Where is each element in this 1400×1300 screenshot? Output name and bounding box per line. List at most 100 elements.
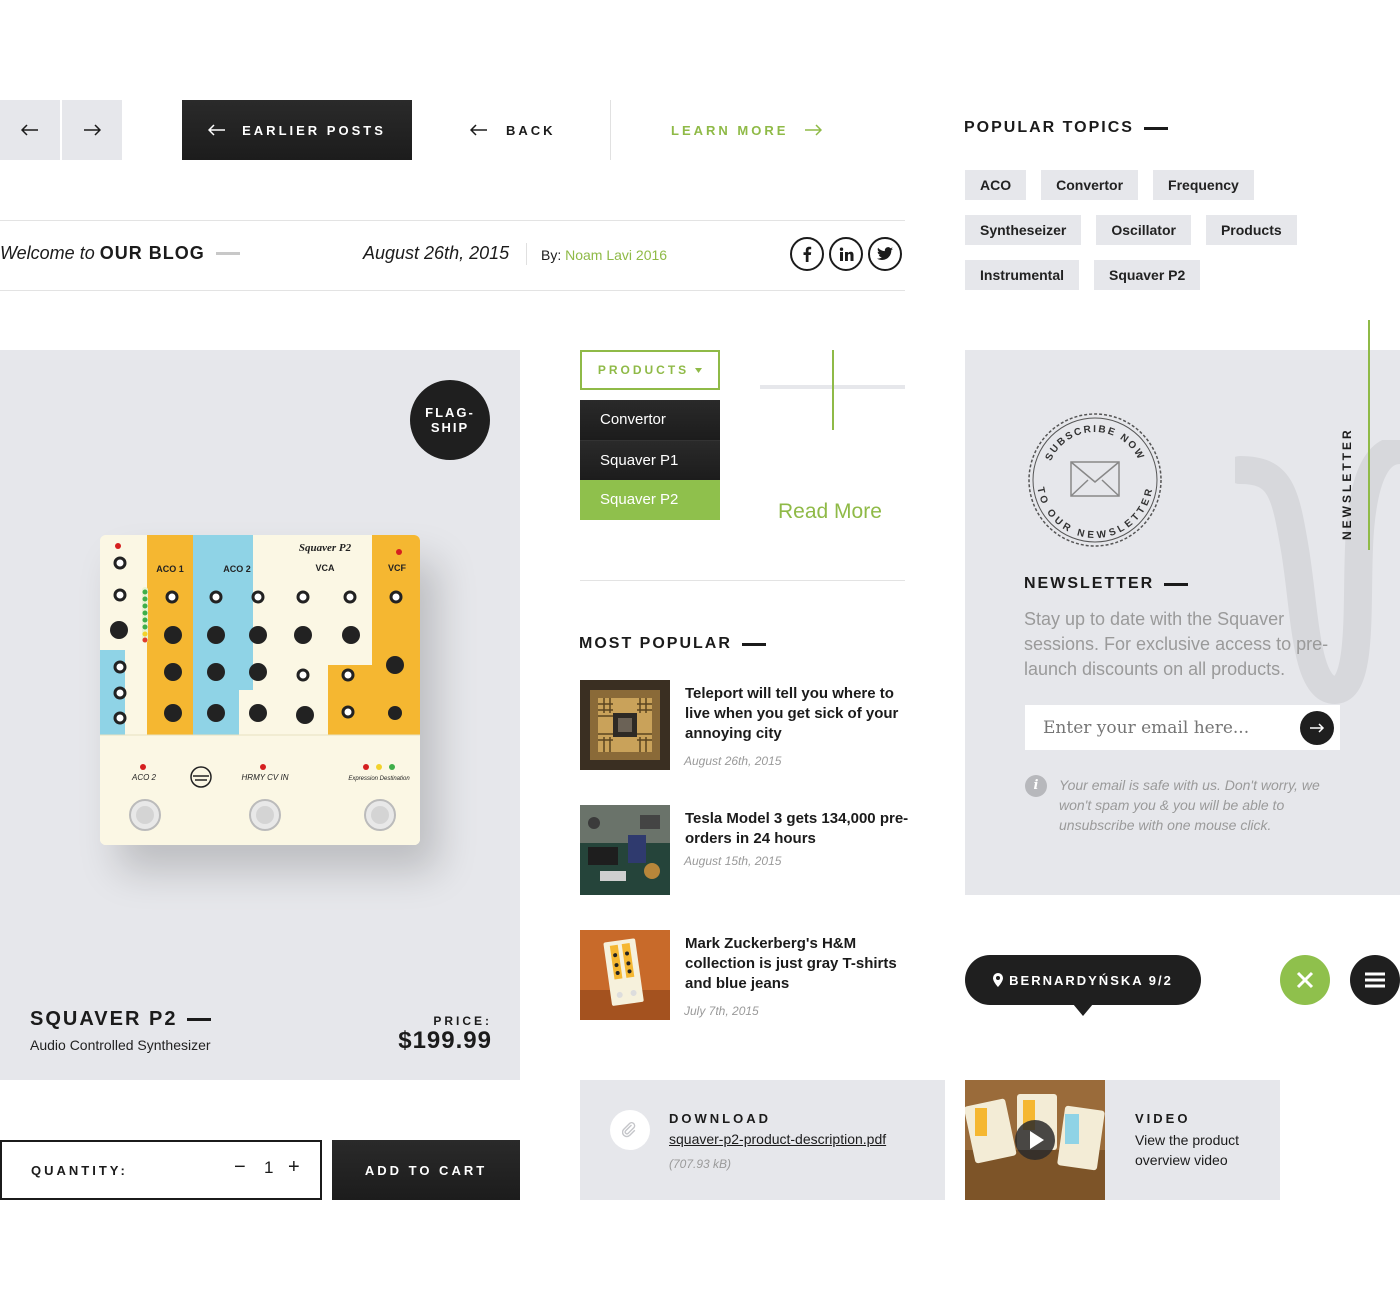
title-dash xyxy=(1164,582,1189,586)
twitter-icon xyxy=(877,247,893,260)
learn-more-label: LEARN MORE xyxy=(671,122,789,138)
post-title-link[interactable]: Tesla Model 3 gets 134,000 pre-orders in… xyxy=(685,809,910,849)
topic-tags: ACO Convertor Frequency Syntheseizer Osc… xyxy=(965,170,1325,290)
newsletter-vertical-label: NEWSLETTER xyxy=(1340,427,1354,540)
title-dash xyxy=(741,642,766,646)
facebook-icon xyxy=(803,246,812,262)
circuit-board-image xyxy=(580,805,670,895)
popular-topics-title: POPULAR TOPICS xyxy=(964,119,1134,136)
synth-label: Expression Destination xyxy=(348,776,410,782)
download-box: DOWNLOAD squaver-p2-product-description.… xyxy=(580,1080,945,1200)
post-title-link[interactable]: Mark Zuckerberg's H&M collection is just… xyxy=(685,934,910,994)
read-more-link[interactable]: Read More xyxy=(778,500,882,524)
topic-tag[interactable]: Frequency xyxy=(1153,170,1254,200)
topic-tag[interactable]: Convertor xyxy=(1041,170,1139,200)
arrow-right-icon xyxy=(805,124,823,136)
email-input[interactable] xyxy=(1043,717,1293,738)
synth-label: ACO 1 xyxy=(156,564,184,574)
blog-welcome: Welcome to OUR BLOG xyxy=(0,243,240,264)
divider xyxy=(0,290,905,291)
close-button[interactable] xyxy=(1280,955,1330,1005)
facebook-button[interactable] xyxy=(790,237,824,271)
arrow-left-icon xyxy=(208,124,226,136)
arrow-right-icon xyxy=(84,124,101,136)
post-author: By: Noam Lavi 2016 xyxy=(541,247,667,263)
video-label: VIDEO xyxy=(1135,1111,1191,1126)
prev-arrow-button[interactable] xyxy=(0,100,60,160)
product-image[interactable]: ACO 1 ACO 2 VCA VCF Squaver P2 ACO 2 HRM… xyxy=(100,535,420,845)
products-dropdown[interactable]: PRODUCTS xyxy=(580,350,720,390)
close-icon xyxy=(1296,971,1314,989)
pill-pointer xyxy=(1073,1004,1093,1016)
post-date: July 7th, 2015 xyxy=(684,1004,759,1018)
post-thumbnail[interactable] xyxy=(580,805,670,895)
linkedin-icon xyxy=(839,247,853,261)
download-file-link[interactable]: squaver-p2-product-description.pdf xyxy=(669,1131,886,1147)
dropdown-item-selected[interactable]: Squaver P2 xyxy=(580,480,720,520)
most-popular-title: MOST POPULAR xyxy=(579,635,732,652)
email-field[interactable] xyxy=(1025,705,1340,750)
learn-more-link[interactable]: LEARN MORE xyxy=(671,100,823,160)
quantity-label: QUANTITY: xyxy=(31,1162,128,1178)
title-dash xyxy=(1143,126,1168,130)
quantity-value[interactable]: 1 xyxy=(264,1158,273,1178)
increment-button[interactable]: + xyxy=(288,1156,300,1179)
post-title-link[interactable]: Teleport will tell you where to live whe… xyxy=(685,684,910,744)
topic-tag[interactable]: Oscillator xyxy=(1096,215,1191,245)
video-thumbnail[interactable] xyxy=(965,1080,1105,1200)
topic-tag[interactable]: Squaver P2 xyxy=(1094,260,1201,290)
decrement-button[interactable]: − xyxy=(234,1156,246,1179)
info-icon: i xyxy=(1025,775,1047,797)
chip-image xyxy=(580,680,670,770)
divider xyxy=(0,220,905,221)
welcome-prefix: Welcome to xyxy=(0,243,95,263)
back-button[interactable]: BACK xyxy=(470,100,556,160)
location-pill[interactable]: BERNARDYŃSKA 9/2 xyxy=(965,955,1201,1005)
topic-tag[interactable]: Syntheseizer xyxy=(965,215,1082,245)
nav-divider xyxy=(610,100,611,160)
arrow-left-icon xyxy=(21,124,38,136)
post-thumbnail[interactable] xyxy=(580,680,670,770)
led-meter xyxy=(142,587,148,643)
product-name-heading: SQUAVER P2 xyxy=(30,1008,212,1031)
divider xyxy=(580,580,905,581)
welcome-bold: OUR BLOG xyxy=(99,243,205,263)
quantity-stepper: QUANTITY: − 1 + xyxy=(0,1140,322,1200)
paperclip-icon xyxy=(610,1110,650,1150)
topic-tag[interactable]: Products xyxy=(1205,215,1297,245)
most-popular-heading: MOST POPULAR xyxy=(579,635,766,653)
post-thumbnail[interactable] xyxy=(580,930,670,1020)
menu-button[interactable] xyxy=(1350,955,1400,1005)
earlier-posts-button[interactable]: EARLIER POSTS xyxy=(182,100,412,160)
svg-text:TO OUR NEWSLETTER: TO OUR NEWSLETTER xyxy=(1034,486,1155,541)
decor-line xyxy=(832,350,834,430)
decor-squiggle xyxy=(1235,440,1400,705)
synth-label: HRMY CV IN xyxy=(242,773,289,782)
dropdown-item[interactable]: Convertor xyxy=(580,400,720,440)
synth-photo-image xyxy=(580,930,670,1020)
video-box: VIDEO View the product overview video xyxy=(965,1080,1280,1200)
synth-illustration: ACO 1 ACO 2 VCA VCF Squaver P2 ACO 2 HRM… xyxy=(100,535,420,845)
title-dash xyxy=(187,1018,212,1021)
list-item: Mark Zuckerberg's H&M collection is just… xyxy=(580,930,910,1020)
product-name: SQUAVER P2 xyxy=(30,1008,178,1030)
social-links xyxy=(790,237,902,271)
stamp-text: TO OUR NEWSLETTER xyxy=(1034,486,1153,541)
add-to-cart-button[interactable]: ADD TO CART xyxy=(332,1140,520,1200)
dropdown-item[interactable]: Squaver P1 xyxy=(580,440,720,480)
twitter-button[interactable] xyxy=(868,237,902,271)
newsletter-text: Stay up to date with the Squaver session… xyxy=(1024,609,1329,679)
next-arrow-button[interactable] xyxy=(62,100,122,160)
synth-label: VCA xyxy=(315,563,335,573)
topic-tag[interactable]: ACO xyxy=(965,170,1027,200)
synth-label: ACO 2 xyxy=(131,773,157,782)
post-date: August 15th, 2015 xyxy=(684,854,782,868)
newsletter-title: NEWSLETTER xyxy=(1024,575,1155,592)
location-text: BERNARDYŃSKA 9/2 xyxy=(1009,972,1173,988)
linkedin-button[interactable] xyxy=(829,237,863,271)
badge-line: FLAG- xyxy=(425,405,475,420)
topic-tag[interactable]: Instrumental xyxy=(965,260,1080,290)
subscribe-submit-button[interactable] xyxy=(1300,711,1334,745)
list-item: Teleport will tell you where to live whe… xyxy=(580,680,910,770)
author-link[interactable]: Noam Lavi 2016 xyxy=(565,247,667,263)
